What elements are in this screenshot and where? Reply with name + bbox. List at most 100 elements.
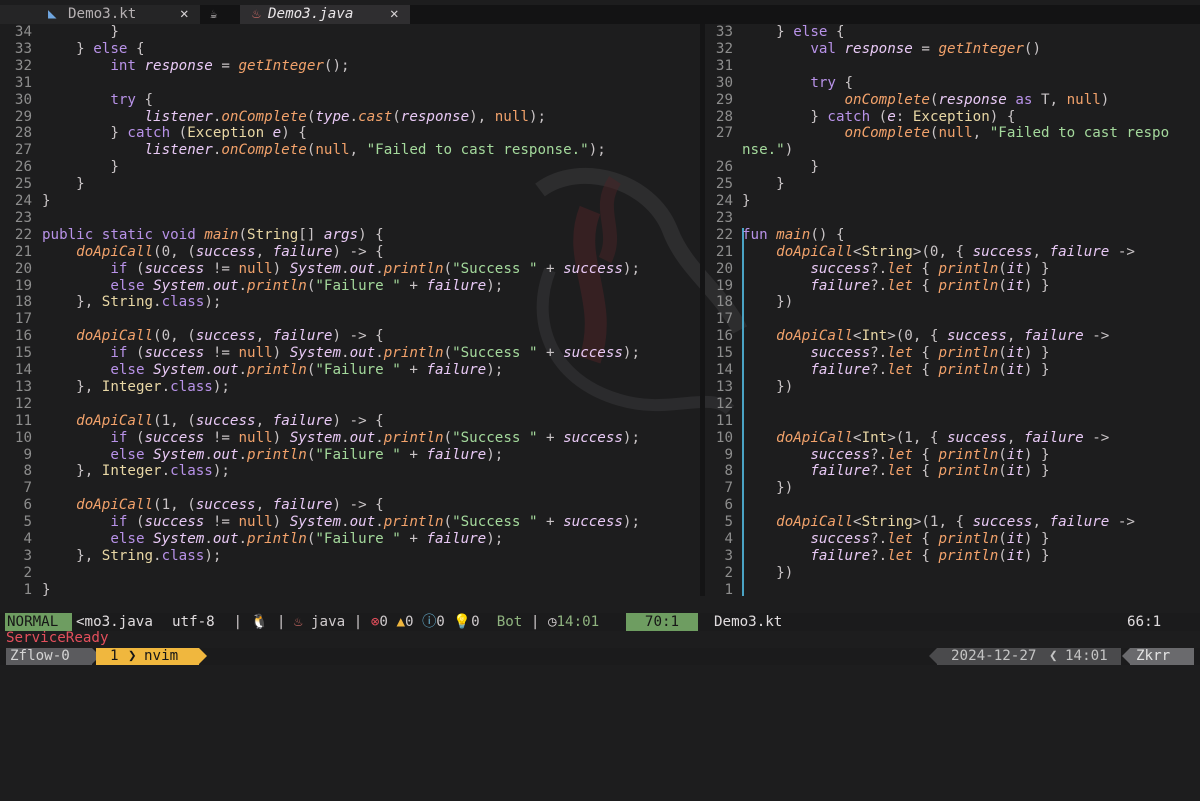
hint-count: 0 (471, 614, 480, 630)
code-text: doApiCall(1, (success, failure) -> { (42, 497, 384, 514)
code-token: else (93, 40, 128, 57)
code-token: failure (426, 446, 487, 463)
code-token: (0, ( (153, 328, 196, 345)
tmux-window[interactable]: 1 ❯ nvim (96, 648, 199, 665)
editor-pane-java[interactable]: 34 } 33 } else {32 int response = getInte… (0, 24, 700, 596)
code-token: ); (622, 345, 641, 362)
code-token: }) (742, 564, 794, 581)
code-token: doApiCall (76, 412, 154, 429)
line-number: 11 (715, 412, 733, 429)
code-text: doApiCall<String>(0, { success, failure … (742, 244, 1135, 261)
code-token: < (853, 243, 862, 260)
line-number: 27 (715, 125, 733, 142)
code-text: } (42, 24, 119, 41)
tab-demo3-java[interactable]: ♨ Demo3.java ✕ (240, 5, 410, 24)
line-number: 17 (14, 311, 32, 328)
code-token: ) } (1023, 463, 1050, 480)
code-token: onComplete (844, 91, 930, 108)
code-token: if (110, 514, 128, 531)
code-token: { (912, 463, 939, 480)
line-number: 2 (724, 564, 733, 581)
code-token: + (400, 362, 427, 378)
code-text: fun main() { (742, 227, 845, 244)
code-token: let (887, 463, 913, 480)
code-token: + (400, 277, 427, 294)
powerline-arrow (199, 648, 207, 664)
line-number: 6 (724, 497, 733, 514)
code-token: success (144, 429, 205, 446)
code-token: } (742, 193, 751, 209)
code-text: }) (742, 565, 793, 582)
code-token: failure (272, 328, 333, 345)
code-token: , (255, 497, 273, 514)
code-token: != (204, 514, 239, 531)
code-token: , (255, 412, 273, 429)
code-token: out (349, 429, 376, 446)
line-number: 27 (14, 142, 32, 159)
code-token: "Success " (452, 514, 538, 531)
code-token: { (912, 547, 939, 564)
code-token: { (912, 531, 939, 547)
line-number: 26 (14, 159, 32, 176)
code-token: class (170, 378, 213, 395)
code-token: null (494, 108, 529, 125)
close-icon[interactable]: ✕ (390, 5, 399, 24)
code-token: { (912, 362, 939, 378)
code-token: }, (42, 463, 102, 480)
code-token: onComplete (221, 108, 307, 125)
code-text: else System.out.println("Failure " + fai… (42, 362, 503, 379)
java-icon: ♨ (252, 6, 261, 22)
code-token: ( (443, 260, 453, 277)
code-token: class (170, 463, 213, 480)
code-token: ); (528, 108, 547, 125)
code-token: { (127, 40, 145, 57)
code-token: >(1, { (887, 429, 948, 446)
code-token: ) } (1023, 345, 1050, 362)
code-token: ) -> { (332, 243, 384, 260)
code-token: { (912, 260, 939, 277)
code-token: . (238, 531, 248, 547)
editor-pane-kotlin[interactable]: 33 } else {32 val response = getInteger(… (705, 24, 1200, 596)
line-number: 9 (23, 446, 32, 463)
code-text: }) (742, 294, 793, 311)
code-token: + (400, 531, 427, 547)
code-text: success?.let { println(it) } (742, 345, 1050, 362)
close-icon[interactable]: ✕ (180, 5, 189, 24)
tmux-session[interactable]: Zflow-0 (6, 648, 92, 665)
code-token: try (810, 74, 836, 91)
tab-label: Demo3.java (268, 6, 354, 22)
code-token: (0, ( (153, 243, 196, 260)
code-token: (1, ( (153, 497, 196, 514)
code-token: failure (1049, 514, 1110, 531)
line-number: 15 (715, 345, 733, 362)
code-token: ); (486, 362, 504, 378)
tab-demo3-kt[interactable]: ◣ Demo3.kt ✕ (0, 5, 200, 24)
status-separator: | (345, 614, 371, 630)
code-token: ) { (281, 125, 307, 142)
tmux-date: 2024-12-27 (951, 648, 1037, 664)
code-token: class (161, 547, 205, 564)
code-token: as (1015, 91, 1033, 108)
code-token: success (810, 260, 871, 277)
code-token: System (289, 514, 342, 531)
tab-label: Demo3.kt (68, 6, 137, 22)
code-token: out (349, 260, 376, 277)
code-text: if (success != null) System.out.println(… (42, 514, 640, 531)
code-token: (); (323, 57, 350, 74)
code-text: success?.let { println(it) } (742, 531, 1049, 548)
code-token: println (938, 362, 999, 378)
code-token: out (212, 531, 239, 547)
code-token: ( (998, 446, 1007, 463)
line-number: 10 (715, 429, 733, 446)
code-text: try { (42, 92, 153, 109)
line-number: 22 (14, 226, 32, 243)
code-token: { (835, 74, 854, 91)
code-token: } (742, 24, 794, 40)
